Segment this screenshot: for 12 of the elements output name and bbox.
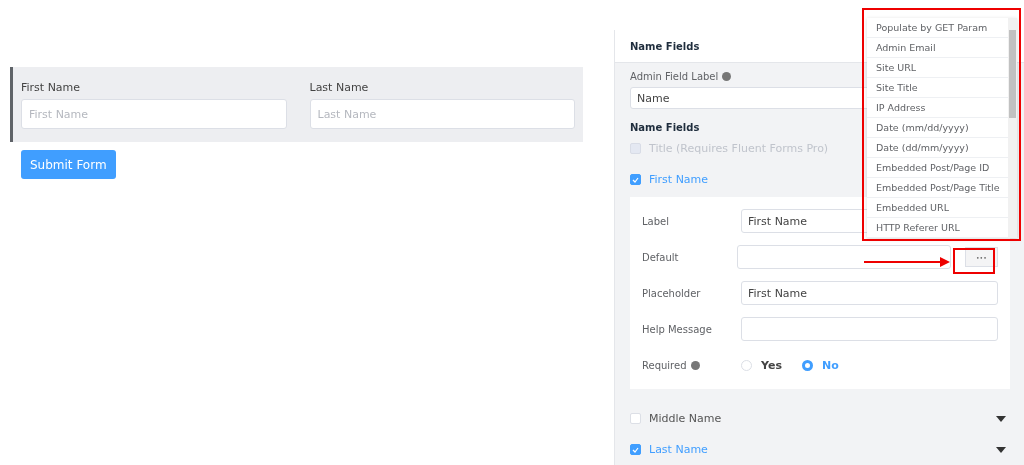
checkbox-label: Middle Name <box>649 412 722 425</box>
checkbox-label: First Name <box>649 173 709 186</box>
field-label: First Name <box>21 81 82 94</box>
setting-label: Placeholder <box>642 287 702 299</box>
setting-label: Label <box>642 215 670 227</box>
setting-label: Help Message <box>642 323 713 335</box>
field-label: Last Name <box>309 81 370 94</box>
setting-label: Required <box>642 359 741 371</box>
checkbox-label: Last Name <box>649 443 708 456</box>
setting-label: Default <box>642 251 680 263</box>
panel-title: Name Fields <box>630 40 700 52</box>
section-title: Name Fields <box>630 122 700 133</box>
